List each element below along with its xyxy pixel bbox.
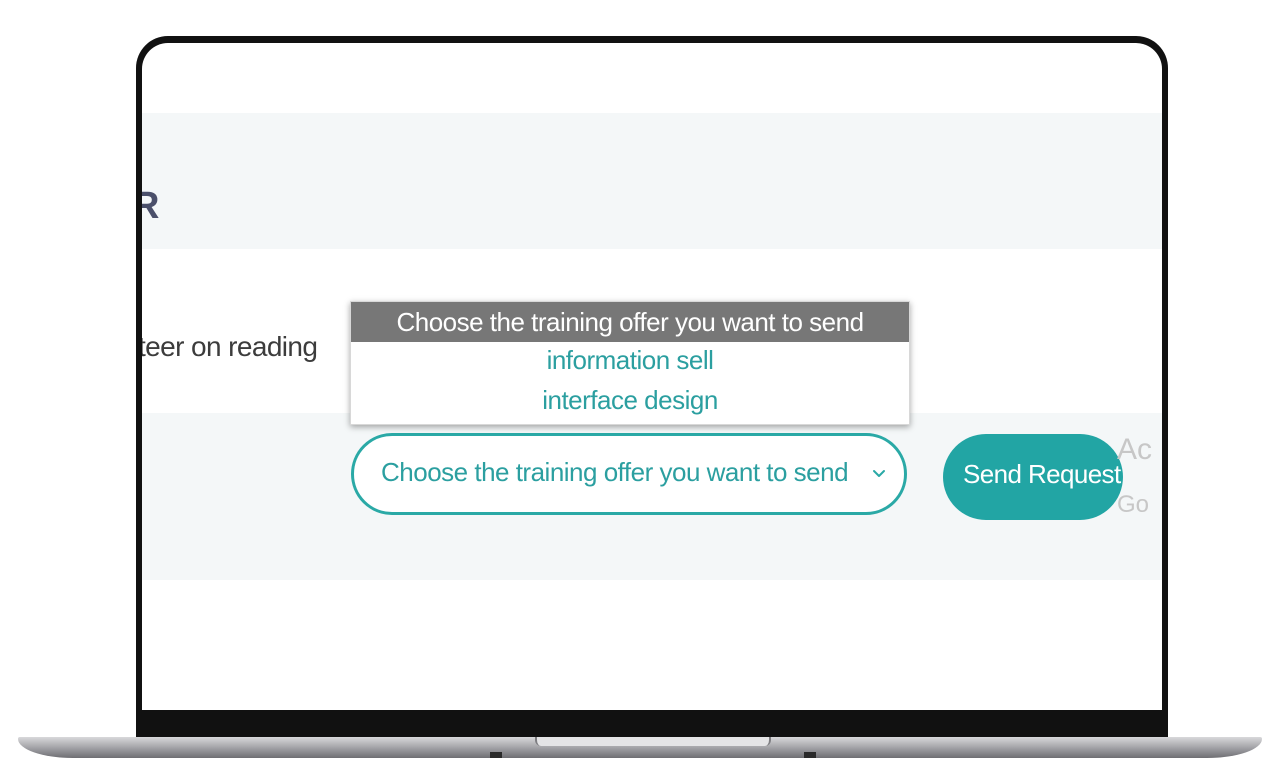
dropdown-option-interface-design[interactable]: interface design — [351, 380, 909, 420]
volunteer-description-text: teer on reading — [142, 331, 318, 362]
laptop-screen: R teer on reading Choose the training of… — [142, 43, 1162, 710]
partial-heading: R — [142, 185, 160, 227]
laptop-base-notch — [535, 737, 771, 746]
dropdown-option-placeholder[interactable]: Choose the training offer you want to se… — [351, 302, 909, 342]
laptop-foot-right — [804, 752, 816, 758]
laptop-foot-left — [490, 752, 502, 758]
header-band — [142, 113, 1162, 249]
training-offer-select-value: Choose the training offer you want to se… — [381, 457, 849, 487]
training-offer-dropdown-list: Choose the training offer you want to se… — [350, 301, 910, 425]
laptop-mockup: R teer on reading Choose the training of… — [0, 0, 1280, 758]
send-request-label: Send Request — [963, 459, 1121, 489]
chevron-down-icon — [873, 470, 885, 477]
send-request-button[interactable]: Send Request — [943, 434, 1123, 520]
dropdown-option-information-sell[interactable]: information sell — [351, 340, 909, 380]
activation-watermark-line2: Go — [1117, 491, 1150, 518]
activation-watermark-line1: Ac — [1117, 433, 1153, 466]
training-offer-select[interactable]: Choose the training offer you want to se… — [351, 433, 907, 515]
